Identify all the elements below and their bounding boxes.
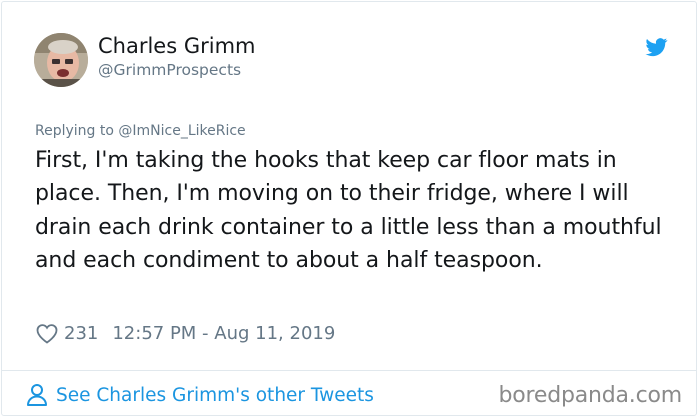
person-icon [27,384,47,406]
divider [2,370,696,371]
avatar[interactable] [34,33,88,87]
watermark-logo: boredpanda.com [498,383,682,408]
like-count[interactable]: 231 [64,323,98,344]
twitter-bird-icon[interactable] [644,36,669,58]
replying-to[interactable]: Replying to @ImNice_LikeRice [35,121,246,141]
avatar-photo [34,33,88,87]
author-display-name[interactable]: Charles Grimm [98,33,256,59]
author-handle[interactable]: @GrimmProspects [98,60,241,80]
see-other-tweets-link[interactable]: See Charles Grimm's other Tweets [26,383,374,407]
tweet-card: Charles Grimm @GrimmProspects Replying t… [1,1,697,416]
tweet-text: First, I'm taking the hooks that keep ca… [35,148,662,273]
heart-icon[interactable] [35,322,59,344]
see-other-tweets-label: See Charles Grimm's other Tweets [56,384,374,406]
tweet-timestamp[interactable]: 12:57 PM - Aug 11, 2019 [112,323,335,344]
tweet-meta: 231 12:57 PM - Aug 11, 2019 [35,320,335,346]
